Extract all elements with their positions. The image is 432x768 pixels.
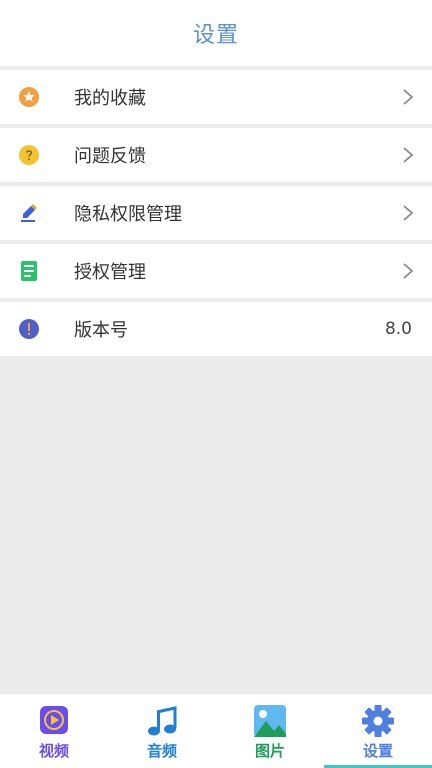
pencil-icon — [19, 203, 39, 223]
image-icon — [253, 704, 287, 738]
chevron-right-icon — [402, 88, 414, 106]
tab-image[interactable]: 图片 — [216, 694, 324, 768]
video-play-icon — [37, 704, 71, 738]
settings-menu: 我的收藏 问题反馈 隐私权限管理 授权管理 版本号 8.0 — [0, 70, 432, 360]
menu-item-privacy[interactable]: 隐私权限管理 — [0, 186, 432, 240]
menu-item-label: 授权管理 — [74, 262, 146, 283]
menu-item-version: 版本号 8.0 — [0, 302, 432, 356]
page-title: 设置 — [192, 23, 239, 48]
chevron-right-icon — [402, 204, 414, 222]
menu-item-label: 隐私权限管理 — [74, 204, 182, 225]
chevron-right-icon — [402, 262, 414, 280]
menu-item-feedback[interactable]: 问题反馈 — [0, 128, 432, 182]
menu-item-authorization[interactable]: 授权管理 — [0, 244, 432, 298]
music-note-icon — [145, 704, 179, 738]
tab-label: 音频 — [146, 742, 177, 760]
menu-item-label: 问题反馈 — [74, 146, 146, 167]
star-icon — [19, 87, 39, 107]
version-value: 8.0 — [384, 319, 412, 339]
info-icon — [19, 319, 39, 339]
chevron-right-icon — [402, 146, 414, 164]
page-header: 设置 — [0, 0, 432, 66]
question-icon — [19, 145, 39, 165]
tab-audio[interactable]: 音频 — [108, 694, 216, 768]
tab-label: 图片 — [254, 742, 285, 760]
tab-label: 视频 — [38, 742, 69, 760]
menu-item-favorites[interactable]: 我的收藏 — [0, 70, 432, 124]
document-icon — [19, 261, 39, 281]
bottom-tab-bar: 视频 音频 图片 设置 — [0, 694, 432, 768]
tab-settings[interactable]: 设置 — [324, 694, 432, 768]
menu-item-label: 我的收藏 — [74, 88, 146, 109]
menu-item-label: 版本号 — [74, 320, 128, 341]
tab-label: 设置 — [362, 742, 393, 760]
tab-video[interactable]: 视频 — [0, 694, 108, 768]
gear-icon — [361, 704, 395, 738]
